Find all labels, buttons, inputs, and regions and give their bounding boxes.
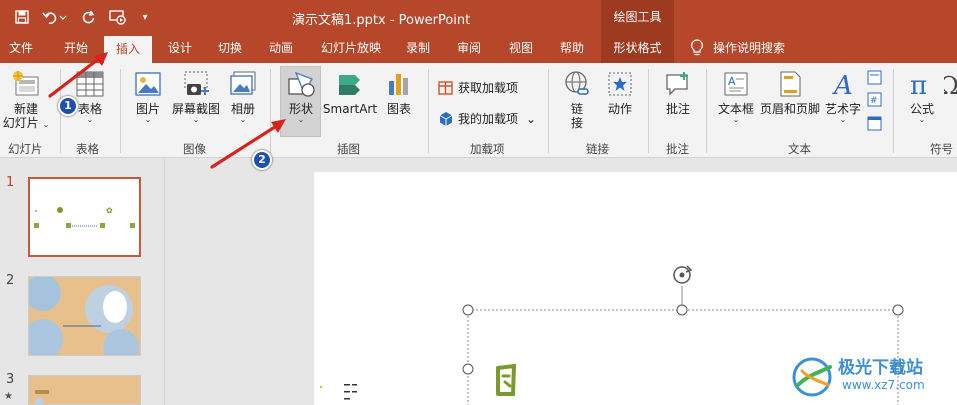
watermark-logo-icon <box>792 357 832 397</box>
step-badge-2: 2 <box>252 150 272 170</box>
watermark-text: 极光下载站 <box>838 358 923 378</box>
annotation-overlay <box>48 52 286 169</box>
step-badge-1: 1 <box>58 96 78 116</box>
watermark-url: www.xz7.com <box>842 378 925 392</box>
powerpoint-window: ▾ 演示文稿1.pptx - PowerPoint 绘图工具 文件 开始 插入 … <box>0 0 957 405</box>
site-watermark: 极光下载站 www.xz7.com <box>790 353 950 401</box>
red-arrow <box>210 119 286 169</box>
red-arrow <box>48 52 108 98</box>
